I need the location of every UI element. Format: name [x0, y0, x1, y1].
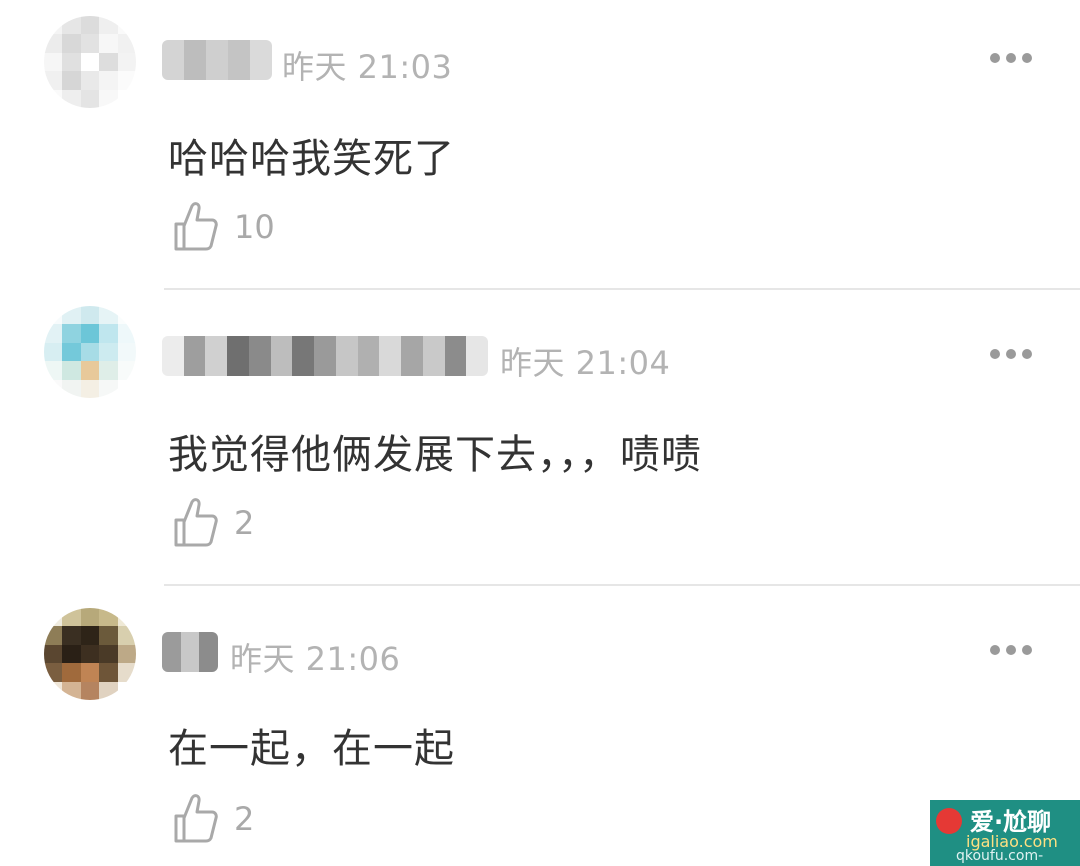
- username-blurred[interactable]: [162, 40, 272, 80]
- comment-time: 昨天 21:06: [230, 640, 401, 678]
- comment-text: 我觉得他俩发展下去，，，啧啧: [168, 432, 702, 478]
- thumbs-up-icon: [174, 794, 218, 843]
- avatar[interactable]: [44, 608, 136, 700]
- divider: [164, 288, 1080, 290]
- avatar[interactable]: [44, 306, 136, 398]
- like-button[interactable]: 2: [172, 794, 254, 844]
- username-blurred[interactable]: [162, 632, 218, 672]
- more-dots-icon[interactable]: [990, 644, 1032, 656]
- thumbs-up-icon: [174, 498, 218, 547]
- divider: [164, 584, 1080, 586]
- like-count: 10: [234, 208, 275, 246]
- avatar[interactable]: [44, 16, 136, 108]
- thumbs-up-icon: [174, 202, 218, 251]
- username-blurred[interactable]: [162, 336, 488, 376]
- more-dots-icon[interactable]: [990, 348, 1032, 360]
- like-count: 2: [234, 800, 255, 838]
- watermark-logo-icon: [936, 808, 962, 834]
- more-dots-icon[interactable]: [990, 52, 1032, 64]
- comment-text: 在一起，在一起: [168, 726, 455, 772]
- comment-time: 昨天 21:04: [500, 344, 671, 382]
- watermark-url-2: qkoufu.com-: [956, 848, 1044, 864]
- comment-text: 哈哈哈我笑死了: [168, 136, 455, 182]
- watermark-logo: 爱·尬聊 igaliao.com qkoufu.com-: [930, 800, 1080, 866]
- like-count: 2: [234, 504, 255, 542]
- comment-time: 昨天 21:03: [282, 48, 453, 86]
- like-button[interactable]: 10: [172, 202, 275, 252]
- like-button[interactable]: 2: [172, 498, 254, 548]
